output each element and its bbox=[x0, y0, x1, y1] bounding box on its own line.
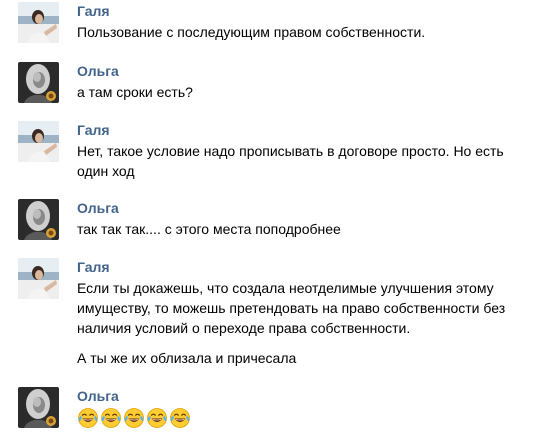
message-paragraph: а там сроки есть? bbox=[77, 84, 193, 100]
message-paragraph: Пользование с последующим правом собстве… bbox=[77, 24, 426, 40]
avatar[interactable] bbox=[18, 62, 59, 103]
message-paragraph: Если ты докажешь, что создала неотделимы… bbox=[77, 280, 506, 336]
author-name[interactable]: Галя bbox=[77, 121, 110, 139]
avatar[interactable] bbox=[18, 121, 59, 162]
message-paragraph: А ты же их облизала и причесала bbox=[77, 350, 297, 366]
avatar-photo-icon bbox=[18, 199, 59, 240]
avatar[interactable] bbox=[18, 258, 59, 299]
message-text: так так так.... с этого места поподробне… bbox=[77, 219, 517, 239]
author-name[interactable]: Ольга bbox=[77, 199, 119, 217]
tears-of-joy-icon bbox=[123, 407, 145, 429]
tears-of-joy-icon bbox=[100, 407, 122, 429]
avatar-photo-icon bbox=[18, 258, 59, 299]
avatar-photo-icon bbox=[18, 62, 59, 103]
author-name[interactable]: Галя bbox=[77, 2, 110, 20]
avatar[interactable] bbox=[18, 2, 59, 43]
message-text: Пользование с последующим правом собстве… bbox=[77, 22, 517, 42]
tears-of-joy-icon bbox=[77, 407, 99, 429]
message-paragraph: Нет, такое условие надо прописывать в до… bbox=[77, 143, 504, 179]
message-text: Если ты докажешь, что создала неотделимы… bbox=[77, 278, 517, 368]
tears-of-joy-icon bbox=[146, 407, 168, 429]
message-paragraph: так так так.... с этого места поподробне… bbox=[77, 221, 341, 237]
avatar-photo-icon bbox=[18, 121, 59, 162]
author-name[interactable]: Ольга bbox=[77, 387, 119, 405]
avatar-photo-icon bbox=[18, 2, 59, 43]
author-name[interactable]: Ольга bbox=[77, 62, 119, 80]
avatar[interactable] bbox=[18, 387, 59, 428]
tears-of-joy-icon bbox=[169, 407, 191, 429]
avatar-photo-icon bbox=[18, 387, 59, 428]
emoji-row bbox=[77, 407, 191, 429]
message-text: Нет, такое условие надо прописывать в до… bbox=[77, 141, 517, 181]
author-name[interactable]: Галя bbox=[77, 258, 110, 276]
message-text: а там сроки есть? bbox=[77, 82, 517, 102]
avatar[interactable] bbox=[18, 199, 59, 240]
